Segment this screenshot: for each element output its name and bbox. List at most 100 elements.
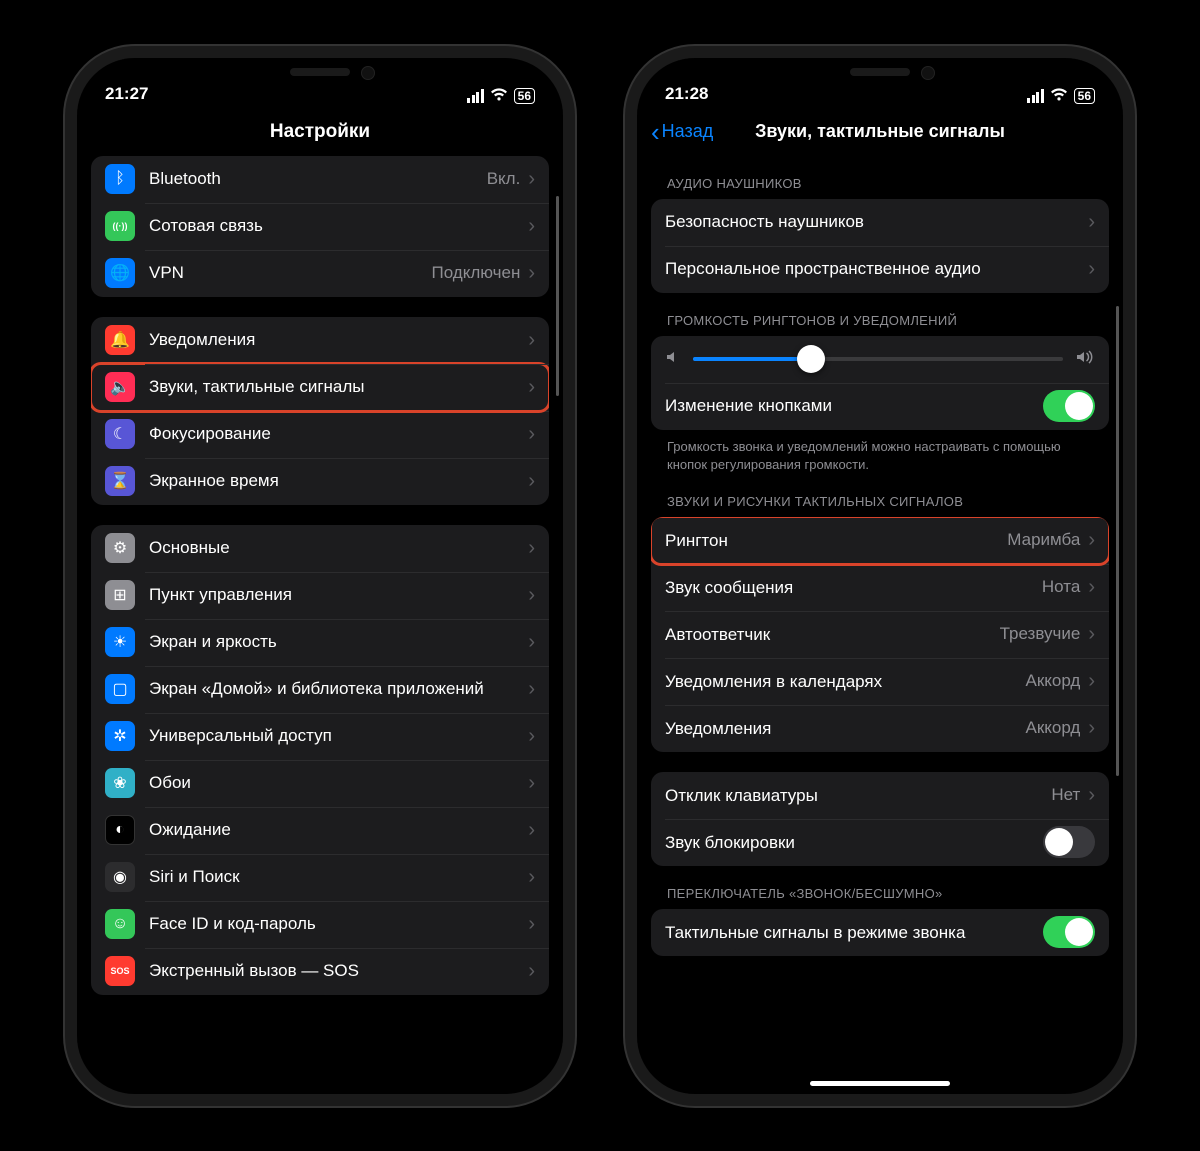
ringer-volume-slider-cell (651, 336, 1109, 383)
group-header-silent-switch: ПЕРЕКЛЮЧАТЕЛЬ «ЗВОНОК/БЕСШУМНО» (651, 886, 1109, 909)
settings-row-notifications[interactable]: 🔔Уведомления› (91, 317, 549, 364)
chevron-right-icon: › (528, 584, 535, 607)
settings-row-accessibility[interactable]: ✲Универсальный доступ› (91, 713, 549, 760)
row-switch[interactable] (1043, 826, 1095, 858)
row-value: Трезвучие (1000, 624, 1081, 644)
settings-row-wallpaper[interactable]: ❀Обои› (91, 760, 549, 807)
row-label: Bluetooth (149, 168, 487, 189)
settings-row-focus[interactable]: ☾ Фокусирование › (91, 411, 549, 458)
screen-sounds: 21:28 56 ‹ Назад Звуки, тактильные сигна… (637, 58, 1123, 1094)
siri-icon: ◉ (105, 862, 135, 892)
settings-row-siri[interactable]: ◉ Siri и Поиск › (91, 854, 549, 901)
row-отклик-клавиатуры[interactable]: Отклик клавиатурыНет› (651, 772, 1109, 819)
row-безопасность-наушников[interactable]: Безопасность наушников› (651, 199, 1109, 246)
row-label: Безопасность наушников (665, 211, 1080, 232)
row-value: Аккорд (1025, 718, 1080, 738)
group-header-sound-patterns: ЗВУКИ И РИСУНКИ ТАКТИЛЬНЫХ СИГНАЛОВ (651, 494, 1109, 517)
settings-row-control-center[interactable]: ⊞Пункт управления› (91, 572, 549, 619)
chevron-right-icon: › (1088, 258, 1095, 281)
chevron-right-icon: › (528, 423, 535, 446)
row-value: Аккорд (1025, 671, 1080, 691)
back-button[interactable]: ‹ Назад (651, 121, 713, 142)
sounds-list[interactable]: АУДИО НАУШНИКОВ Безопасность наушников›П… (637, 156, 1123, 1094)
row-label: Экранное время (149, 470, 520, 491)
settings-row-sos[interactable]: SOSЭкстренный вызов — SOS› (91, 948, 549, 995)
chevron-right-icon: › (1088, 670, 1095, 693)
settings-row-cellular[interactable]: ((·)) Сотовая связь › (91, 203, 549, 250)
settings-row-screentime[interactable]: ⌛Экранное время› (91, 458, 549, 505)
slider-knob[interactable] (797, 345, 825, 373)
accessibility-icon: ✲ (105, 721, 135, 751)
cellular-signal-icon (467, 89, 484, 103)
settings-row-standby[interactable]: ◐Ожидание› (91, 807, 549, 854)
settings-row-vpn[interactable]: 🌐VPNПодключен› (91, 250, 549, 297)
chevron-right-icon: › (528, 678, 535, 701)
settings-list[interactable]: ᛒBluetoothВкл.›((·))Сотовая связь›🌐VPNПо… (77, 156, 563, 1094)
settings-row-sounds[interactable]: 🔈 Звуки, тактильные сигналы › (91, 364, 549, 411)
cellular-icon: ((·)) (105, 211, 135, 241)
control-center-icon: ⊞ (105, 580, 135, 610)
row-label: Сотовая связь (149, 215, 520, 236)
change-with-buttons-label: Изменение кнопками (665, 395, 1043, 416)
volume-slider[interactable] (693, 357, 1063, 361)
back-label: Назад (662, 121, 714, 142)
screen-settings: 21:27 56 Настройки ᛒBluetoothВкл.›((·))С… (77, 58, 563, 1094)
clock: 21:28 (665, 84, 708, 104)
chevron-right-icon: › (528, 772, 535, 795)
change-with-buttons-switch[interactable] (1043, 390, 1095, 422)
row-label: Универсальный доступ (149, 725, 520, 746)
vpn-icon: 🌐 (105, 258, 135, 288)
page-title: Звуки, тактильные сигналы (755, 121, 1005, 142)
row-уведомления-в-календарях[interactable]: Уведомления в календаряхАккорд › (651, 658, 1109, 705)
phone-right: 21:28 56 ‹ Назад Звуки, тактильные сигна… (625, 46, 1135, 1106)
page-title: Настройки (270, 121, 370, 143)
row-label: Уведомления в календарях (665, 671, 1025, 692)
chevron-right-icon: › (528, 819, 535, 842)
chevron-right-icon: › (528, 913, 535, 936)
row-label: Отклик клавиатуры (665, 785, 1051, 806)
notch (210, 58, 430, 92)
settings-row-general[interactable]: ⚙Основные› (91, 525, 549, 572)
haptics-ring-mode-switch[interactable] (1043, 916, 1095, 948)
row-value: Нота (1042, 577, 1080, 597)
settings-row-bluetooth[interactable]: ᛒBluetoothВкл.› (91, 156, 549, 203)
phone-left: 21:27 56 Настройки ᛒBluetoothВкл.›((·))С… (65, 46, 575, 1106)
row-label: Экран и яркость (149, 631, 520, 652)
chevron-right-icon: › (1088, 529, 1095, 552)
row-value: Нет (1051, 785, 1080, 805)
chevron-right-icon: › (528, 215, 535, 238)
chevron-right-icon: › (528, 866, 535, 889)
row-уведомления[interactable]: УведомленияАккорд› (651, 705, 1109, 752)
row-label: Фокусирование (149, 423, 520, 444)
wallpaper-icon: ❀ (105, 768, 135, 798)
settings-row-home-screen[interactable]: ▢Экран «Домой» и библиотека приложений› (91, 666, 549, 713)
speaker-high-icon (1075, 349, 1095, 370)
chevron-right-icon: › (528, 376, 535, 399)
navbar: Настройки (77, 108, 563, 156)
row-label: Siri и Поиск (149, 866, 520, 887)
row-label: Уведомления (149, 329, 520, 350)
row-value: Маримба (1007, 530, 1080, 550)
settings-row-display[interactable]: ☀Экран и яркость› (91, 619, 549, 666)
sounds-icon: 🔈 (105, 372, 135, 402)
home-indicator[interactable] (810, 1081, 950, 1086)
standby-icon: ◐ (105, 815, 135, 845)
chevron-right-icon: › (528, 537, 535, 560)
row-label: Звуки, тактильные сигналы (149, 376, 520, 397)
row-value: Подключен (431, 263, 520, 283)
row-value: Вкл. (487, 169, 521, 189)
screentime-icon: ⌛ (105, 466, 135, 496)
focus-icon: ☾ (105, 419, 135, 449)
chevron-right-icon: › (1088, 717, 1095, 740)
row-звук-блокировки[interactable]: Звук блокировки (651, 819, 1109, 866)
row-звук-сообщения[interactable]: Звук сообщенияНота› (651, 564, 1109, 611)
row-персональное-пространственное-аудио[interactable]: Персональное пространственное аудио› (651, 246, 1109, 293)
speaker-low-icon (665, 349, 681, 370)
chevron-right-icon: › (1088, 623, 1095, 646)
chevron-right-icon: › (528, 262, 535, 285)
chevron-right-icon: › (1088, 576, 1095, 599)
row-автоответчик[interactable]: АвтоответчикТрезвучие› (651, 611, 1109, 658)
scroll-indicator (556, 196, 559, 396)
settings-row-faceid[interactable]: ☺Face ID и код-пароль› (91, 901, 549, 948)
row-рингтон[interactable]: РингтонМаримба› (651, 517, 1109, 564)
